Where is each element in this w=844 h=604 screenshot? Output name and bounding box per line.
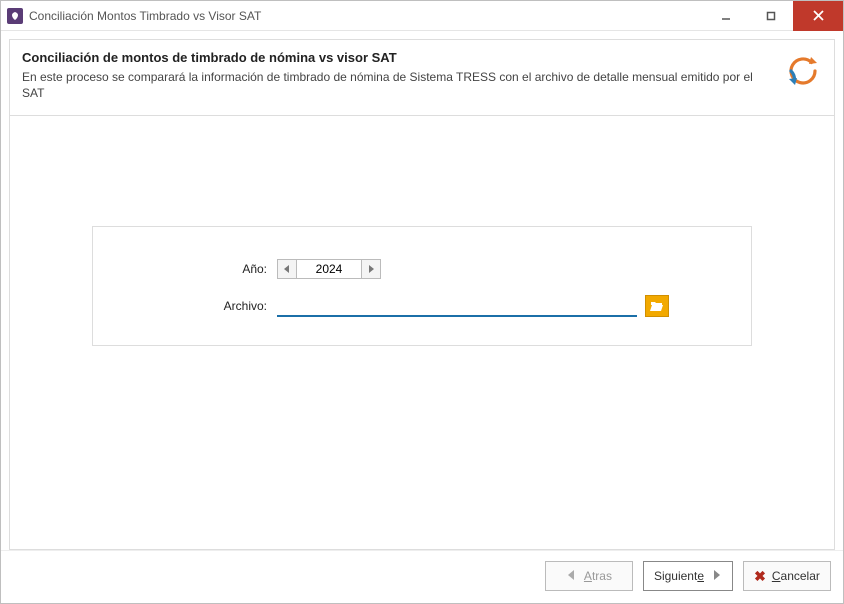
- form-panel: Año: 2024 Archivo:: [92, 226, 752, 346]
- chevron-right-icon: [710, 569, 722, 584]
- year-increment-button[interactable]: [361, 259, 381, 279]
- chevron-left-icon: [566, 569, 578, 584]
- file-input[interactable]: [277, 295, 637, 317]
- titlebar: Conciliación Montos Timbrado vs Visor SA…: [1, 1, 843, 31]
- page-title: Conciliación de montos de timbrado de nó…: [22, 50, 772, 65]
- app-icon: [7, 8, 23, 24]
- close-button[interactable]: [793, 1, 843, 31]
- cancel-button-label: Cancelar: [772, 569, 820, 583]
- window-title: Conciliación Montos Timbrado vs Visor SA…: [29, 9, 261, 23]
- year-label: Año:: [117, 262, 277, 276]
- refresh-icon: [784, 52, 822, 90]
- maximize-button[interactable]: [748, 1, 793, 31]
- wizard-footer: Atras Siguiente ✖ Cancelar: [1, 550, 843, 603]
- minimize-button[interactable]: [703, 1, 748, 31]
- page-description: En este proceso se comparará la informac…: [22, 69, 772, 101]
- next-button[interactable]: Siguiente: [643, 561, 733, 591]
- cancel-x-icon: ✖: [754, 568, 766, 585]
- year-decrement-button[interactable]: [277, 259, 297, 279]
- year-value: 2024: [297, 259, 361, 279]
- next-button-label: Siguiente: [654, 569, 704, 583]
- back-button-label: Atras: [584, 569, 612, 583]
- wizard-content: Año: 2024 Archivo:: [9, 116, 835, 550]
- year-stepper[interactable]: 2024: [277, 259, 381, 279]
- back-button[interactable]: Atras: [545, 561, 633, 591]
- cancel-button[interactable]: ✖ Cancelar: [743, 561, 831, 591]
- browse-button[interactable]: [645, 295, 669, 317]
- folder-open-icon: [650, 300, 664, 312]
- file-label: Archivo:: [117, 299, 277, 313]
- wizard-header: Conciliación de montos de timbrado de nó…: [9, 39, 835, 116]
